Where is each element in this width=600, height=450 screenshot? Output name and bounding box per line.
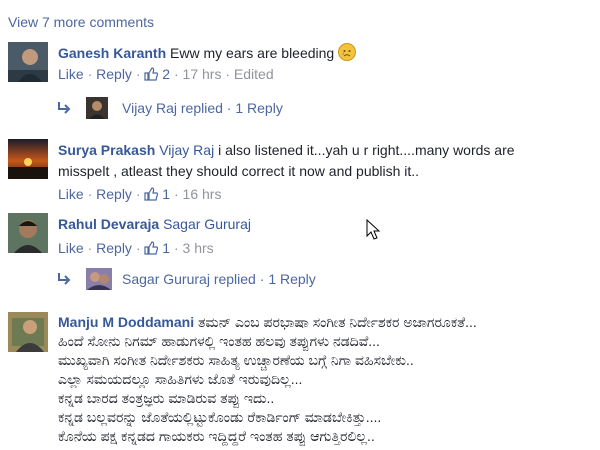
comment-text-line-1: i also listened it...yah u r right....ma… [218, 142, 515, 158]
comment-text-line-5: ಕನ್ನಡ ಬಾರದ ತಂತ್ರಜ್ಞರು ಮಾಡಿರುವ ತಪ್ಪು ಇದು.… [58, 390, 275, 406]
comment-text-line-3: ಮುಖ್ಯವಾಗಿ ಸಂಗೀತ ನಿರ್ದೇಶಕರು ಸಾಹಿತ್ಯ ಉಚ್ಚಾ… [58, 352, 414, 368]
avatar-ganesh-karanth[interactable] [8, 42, 48, 82]
like-link[interactable]: Like [58, 186, 84, 202]
comment-actions: Like · Reply · 2 · 17 hrs · Edited [58, 65, 592, 85]
replied-summary[interactable]: Vijay Raj replied · 1 Reply [122, 96, 283, 120]
comment-actions: Like · Reply · 1 · 3 hrs [58, 239, 592, 259]
mention-link[interactable]: Vijay Raj [159, 142, 214, 158]
reply-link[interactable]: Reply [96, 66, 132, 82]
comment-actions: Like · Reply · 1 · 16 hrs [58, 185, 592, 205]
like-count[interactable]: 1 [162, 186, 170, 202]
timestamp[interactable]: 17 hrs [183, 66, 222, 82]
mention-link[interactable]: Sagar Gururaj [163, 216, 251, 232]
comment-author[interactable]: Surya Prakash [58, 142, 155, 158]
thumbs-up-icon [144, 187, 159, 205]
timestamp[interactable]: 16 hrs [183, 186, 222, 202]
avatar-sagar-gururaj [86, 268, 112, 290]
crying-face-emoji-icon [338, 43, 357, 61]
avatar-manju-m-doddamani[interactable] [8, 312, 48, 352]
comment-author[interactable]: Rahul Devaraja [58, 216, 159, 232]
thumbs-up-icon [144, 241, 159, 259]
mouse-pointer-icon [366, 218, 382, 244]
comment-text-line-2: ಹಿಂದೆ ಸೋನು ನಿಗಮ್ ಹಾಡುಗಳಲ್ಲಿ ಇಂತಹ ಹಲವು ತಪ… [58, 333, 380, 349]
timestamp[interactable]: 3 hrs [183, 240, 214, 256]
comment-text: Eww my ears are bleeding [170, 45, 335, 61]
comment-text-line-7: ಕೊನೆಯ ಪಕ್ಷ ಕನ್ನಡದ ಗಾಯಕರು ಇದ್ದಿದ್ದರೆ ಇಂತಹ… [58, 428, 375, 444]
view-more-comments-link[interactable]: View 7 more comments [8, 14, 154, 30]
reply-link[interactable]: Reply [96, 186, 132, 202]
reply-arrow-icon [56, 267, 72, 298]
like-count[interactable]: 2 [162, 66, 170, 82]
like-count[interactable]: 1 [162, 240, 170, 256]
comment-text-line-4: ಎಲ್ಲಾ ಸಮಯದಲ್ಲೂ ಸಾಹಿತಿಗಳು ಜೊತೆ ಇರುವುದಿಲ್ಲ… [58, 371, 303, 387]
avatar-surya-prakash[interactable] [8, 139, 48, 179]
replied-summary[interactable]: Sagar Gururaj replied · 1 Reply [122, 267, 316, 291]
avatar-vijay-raj [86, 97, 108, 119]
avatar-rahul-devaraja[interactable] [8, 213, 48, 253]
comment-author[interactable]: Ganesh Karanth [58, 45, 166, 61]
comment-text-line-1: ತಮನ್ ಎಂಬ ಪರಭಾಷಾ ಸಂಗೀತ ನಿರ್ದೇಶಕರ ಅಜಾಗರೂಕತ… [198, 314, 477, 330]
like-link[interactable]: Like [58, 240, 84, 256]
edited-label[interactable]: Edited [234, 66, 274, 82]
thumbs-up-icon [144, 67, 159, 85]
reply-arrow-icon [56, 96, 72, 127]
comment-text-line-2: misspelt , atleast they should correct i… [58, 163, 420, 179]
comment-author[interactable]: Manju M Doddamani [58, 314, 194, 330]
comment-text-line-6: ಕನ್ನಡ ಬಲ್ಲವರನ್ನು ಜೊತೆಯಲ್ಲಿಟ್ಟುಕೊಂಡು ರೆಕಾ… [58, 409, 382, 425]
reply-link[interactable]: Reply [96, 240, 132, 256]
like-link[interactable]: Like [58, 66, 84, 82]
